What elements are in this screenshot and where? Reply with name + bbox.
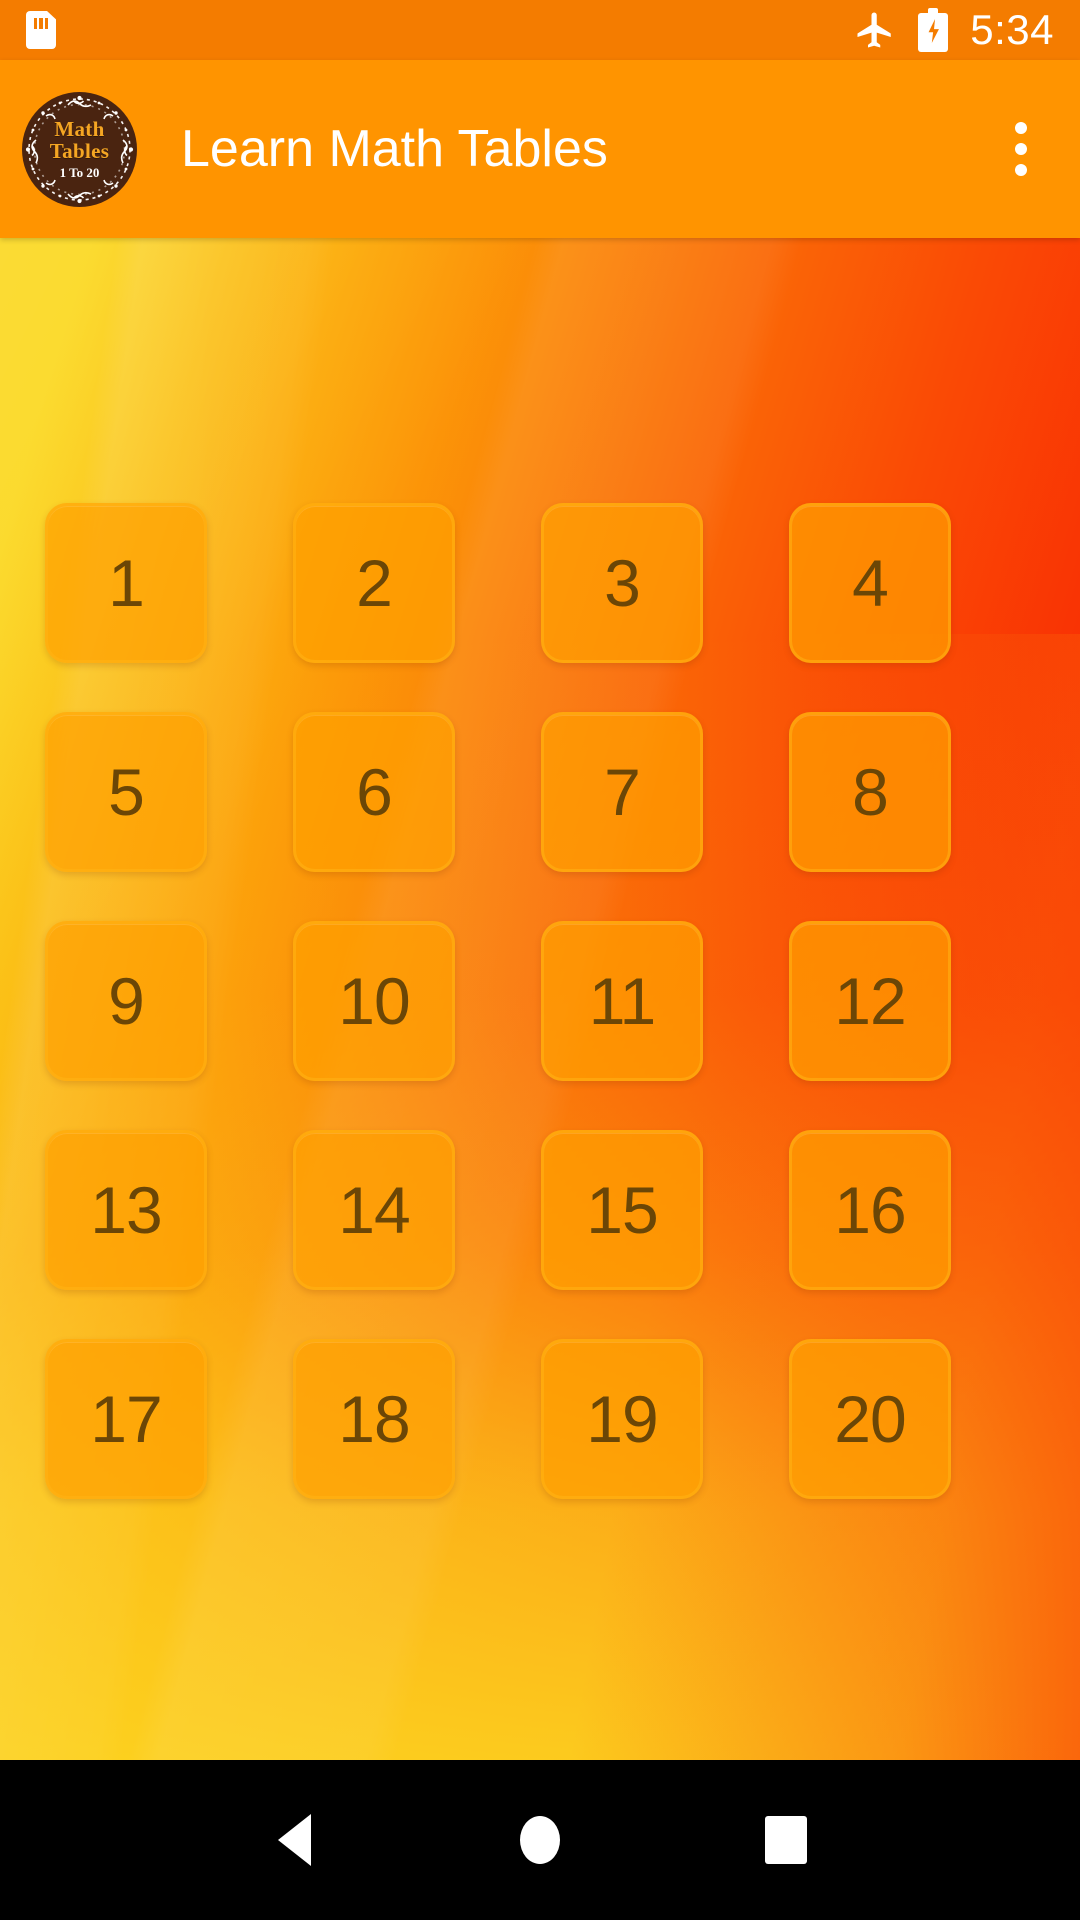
number-button-label: 5 bbox=[108, 755, 145, 829]
logo-line-2: Tables bbox=[49, 138, 110, 163]
sim-card-icon bbox=[26, 11, 56, 49]
number-button-label: 9 bbox=[108, 964, 145, 1038]
recents-nav-button[interactable] bbox=[663, 1760, 909, 1920]
number-button-12[interactable]: 12 bbox=[789, 921, 951, 1081]
number-button-20[interactable]: 20 bbox=[789, 1339, 951, 1499]
airplane-mode-icon bbox=[857, 12, 891, 48]
number-button-16[interactable]: 16 bbox=[789, 1130, 951, 1290]
back-nav-icon bbox=[277, 1814, 311, 1866]
main-content: 1 2 3 4 5 6 7 8 9 10 11 12 13 14 15 16 17 18 19 20 bbox=[0, 238, 1080, 1760]
battery-charging-icon bbox=[918, 8, 949, 52]
math-tables-logo: Math Tables 1 To 20 bbox=[22, 91, 137, 207]
app-title: Learn Math Tables bbox=[181, 120, 608, 178]
logo-line-1: Math bbox=[54, 116, 105, 141]
number-button-label: 14 bbox=[338, 1173, 410, 1247]
number-button-label: 19 bbox=[586, 1382, 658, 1456]
overflow-menu-icon[interactable] bbox=[986, 94, 1056, 204]
number-button-label: 4 bbox=[852, 546, 889, 620]
number-button-label: 7 bbox=[604, 755, 641, 829]
number-button-10[interactable]: 10 bbox=[293, 921, 455, 1081]
overflow-dot-1 bbox=[1015, 122, 1027, 134]
number-button-label: 20 bbox=[834, 1382, 906, 1456]
overflow-dot-3 bbox=[1015, 164, 1027, 176]
number-table-grid: 1 2 3 4 5 6 7 8 9 10 11 12 13 14 15 16 17 18 19 20 bbox=[45, 503, 990, 1499]
number-button-label: 10 bbox=[338, 964, 410, 1038]
number-button-14[interactable]: 14 bbox=[293, 1130, 455, 1290]
number-button-label: 6 bbox=[356, 755, 393, 829]
number-button-label: 17 bbox=[90, 1382, 162, 1456]
recents-nav-icon bbox=[765, 1816, 807, 1864]
number-button-1[interactable]: 1 bbox=[45, 503, 207, 663]
number-button-15[interactable]: 15 bbox=[541, 1130, 703, 1290]
number-button-label: 16 bbox=[834, 1173, 906, 1247]
number-button-17[interactable]: 17 bbox=[45, 1339, 207, 1499]
logo-line-3: 1 To 20 bbox=[59, 164, 100, 180]
number-button-label: 12 bbox=[834, 964, 906, 1038]
home-nav-button[interactable] bbox=[417, 1760, 663, 1920]
number-button-label: 2 bbox=[356, 546, 393, 620]
number-button-6[interactable]: 6 bbox=[293, 712, 455, 872]
number-button-11[interactable]: 11 bbox=[541, 921, 703, 1081]
overflow-dot-2 bbox=[1015, 143, 1027, 155]
number-button-8[interactable]: 8 bbox=[789, 712, 951, 872]
number-button-label: 3 bbox=[604, 546, 641, 620]
number-button-9[interactable]: 9 bbox=[45, 921, 207, 1081]
number-button-19[interactable]: 19 bbox=[541, 1339, 703, 1499]
back-nav-button[interactable] bbox=[171, 1760, 417, 1920]
number-button-18[interactable]: 18 bbox=[293, 1339, 455, 1499]
android-navigation-bar bbox=[0, 1760, 1080, 1920]
number-button-3[interactable]: 3 bbox=[541, 503, 703, 663]
number-button-label: 1 bbox=[108, 546, 145, 620]
status-bar-clock: 5:34 bbox=[970, 6, 1054, 53]
number-button-label: 8 bbox=[852, 755, 889, 829]
number-button-label: 15 bbox=[586, 1173, 658, 1247]
number-button-7[interactable]: 7 bbox=[541, 712, 703, 872]
number-button-5[interactable]: 5 bbox=[45, 712, 207, 872]
app-bar: Math Tables 1 To 20 Learn Math Tables bbox=[0, 60, 1080, 238]
number-button-label: 18 bbox=[338, 1382, 410, 1456]
phone-screen: 5:34 Math Tables 1 To 20 Learn Math Tabl… bbox=[0, 0, 1080, 1920]
status-bar: 5:34 bbox=[0, 0, 1080, 60]
status-bar-right-group: 5:34 bbox=[854, 8, 1054, 52]
number-button-4[interactable]: 4 bbox=[789, 503, 951, 663]
number-button-13[interactable]: 13 bbox=[45, 1130, 207, 1290]
number-button-label: 11 bbox=[588, 964, 657, 1038]
home-nav-icon bbox=[520, 1816, 560, 1864]
number-button-2[interactable]: 2 bbox=[293, 503, 455, 663]
number-button-label: 13 bbox=[90, 1173, 162, 1247]
